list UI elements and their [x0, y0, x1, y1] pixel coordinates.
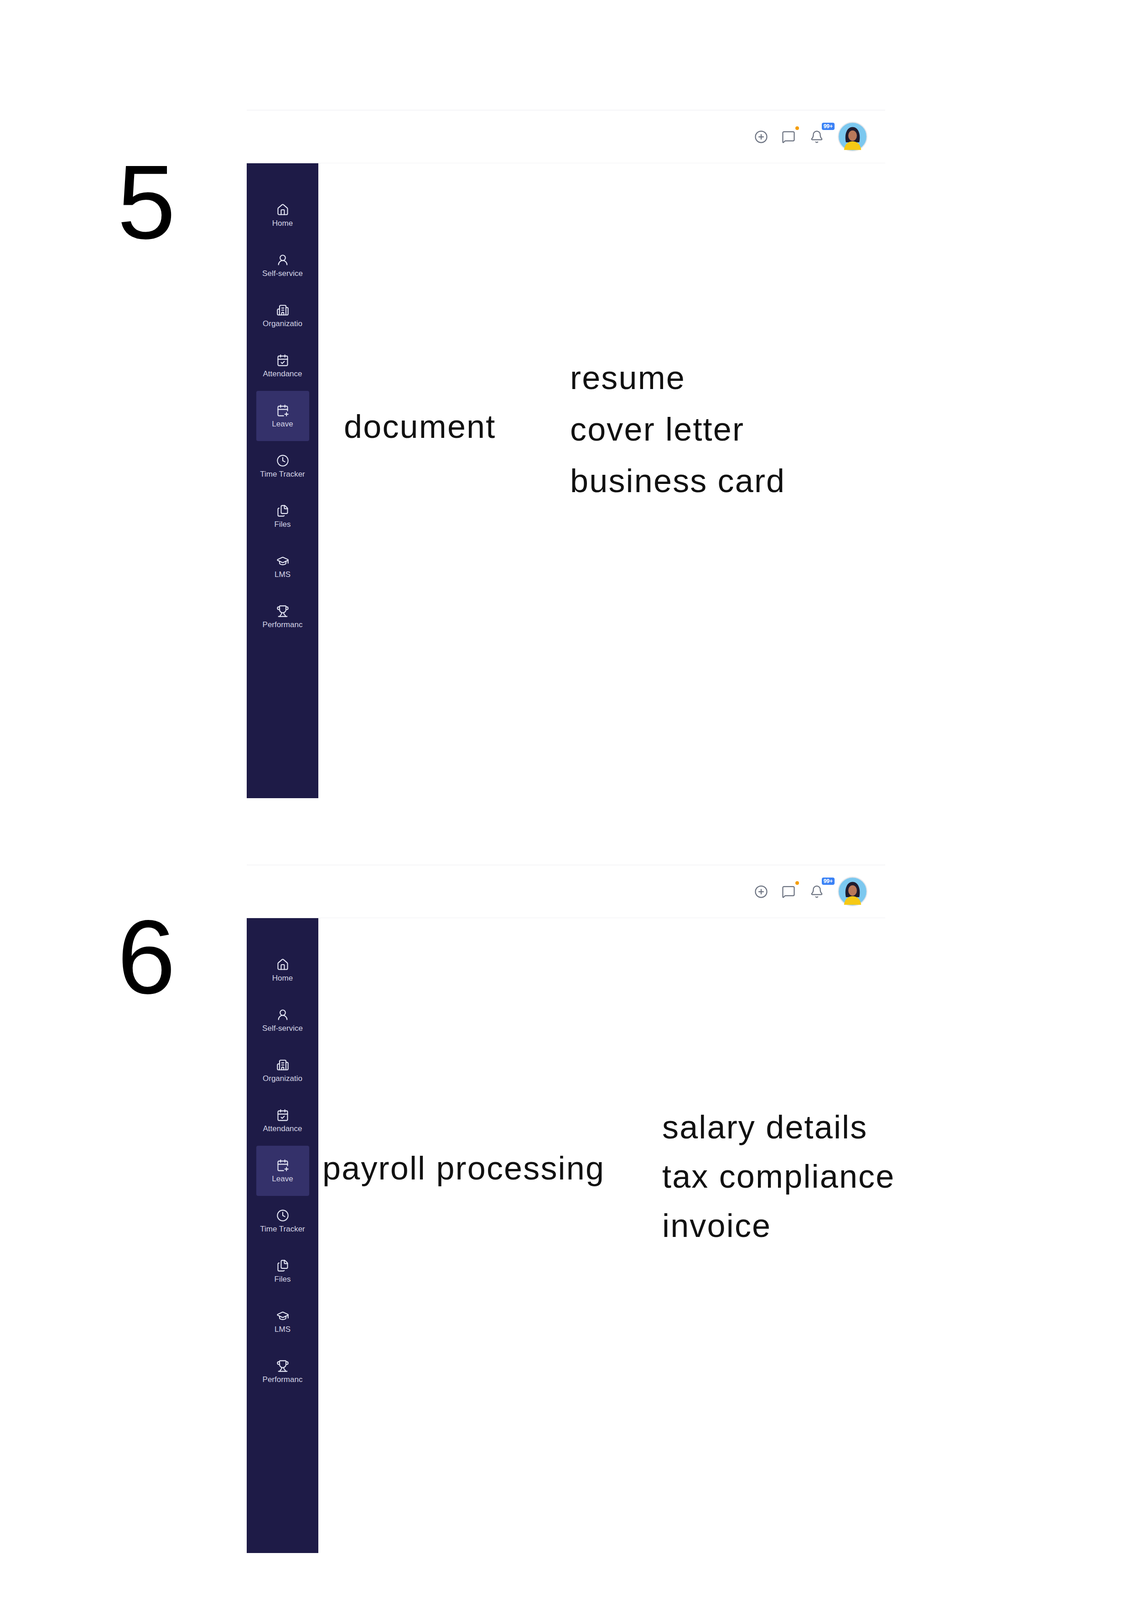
sidebar-item[interactable]: Home [256, 190, 310, 241]
sidebar-item-label: Self-service [257, 1023, 309, 1033]
sidebar-item-icon [276, 1259, 290, 1272]
sidebar-item-label: Leave [257, 419, 309, 429]
avatar-icon[interactable] [837, 876, 868, 907]
help-button[interactable] [780, 129, 797, 145]
sidebar-item[interactable]: Files [256, 491, 310, 542]
sidebar-item-label: Home [257, 973, 309, 983]
sidebar-item-icon [276, 203, 290, 217]
sidebar-item-label: Files [257, 519, 309, 529]
sidebar-item-label: LMS [257, 1324, 309, 1334]
sidebar-item-label: Performanc [257, 1374, 309, 1384]
add-icon[interactable] [754, 884, 768, 899]
app-screenshot: 99+ Home Self-service Organizatio Attendance… [246, 109, 886, 799]
section-number: 5 [117, 150, 247, 255]
notification-button[interactable]: 99+ [809, 883, 825, 900]
related-label: resume [570, 357, 886, 398]
sidebar-item[interactable]: Leave [256, 390, 310, 441]
sidebar-item-label: Files [257, 1274, 309, 1284]
sidebar-item-icon [276, 1158, 290, 1172]
sidebar-item[interactable]: Attendance [256, 340, 310, 391]
main-label: document [343, 406, 571, 447]
sidebar-item-icon [276, 958, 290, 971]
sidebar-item-icon [276, 604, 290, 618]
sidebar-item[interactable]: Performanc [256, 591, 310, 642]
sidebar-item-icon [276, 253, 290, 267]
sidebar-item[interactable]: Time Tracker [256, 440, 310, 492]
related-label: tax compliance [662, 1156, 895, 1196]
app-body: Home Self-service Organizatio Attendance Lea… [246, 918, 886, 1553]
main-area: document resume cover letter business card [318, 163, 886, 799]
section: 6 99+ Home Self-service Organizatio Attendanc… [0, 864, 1131, 1553]
sidebar-item-icon [276, 353, 290, 367]
sidebar-item-icon [276, 454, 290, 467]
sidebar-item-label: Attendance [257, 369, 309, 379]
sidebar-item-label: Attendance [257, 1124, 309, 1133]
sidebar-item[interactable]: LMS [256, 541, 310, 592]
sidebar-item[interactable]: Organizatio [256, 290, 310, 341]
sidebar: Home Self-service Organizatio Attendance Lea… [246, 918, 319, 1553]
section-number-column: 5 [117, 109, 247, 799]
page: 5 99+ Home Self-service Organizatio Attendanc… [0, 0, 1131, 1600]
sidebar-item-label: LMS [257, 570, 309, 579]
sidebar-item[interactable]: Organizatio [256, 1045, 310, 1096]
section: 5 99+ Home Self-service Organizatio Attendanc… [0, 109, 1131, 799]
section-number: 6 [117, 904, 247, 1010]
top-bar: 99+ [246, 110, 886, 164]
sidebar-item[interactable]: Files [256, 1245, 310, 1297]
top-bar: 99+ [246, 865, 886, 919]
sidebar-item-icon [276, 1208, 290, 1222]
sidebar-item-label: Self-service [257, 269, 309, 278]
sidebar-item[interactable]: Time Tracker [256, 1195, 310, 1246]
app-body: Home Self-service Organizatio Attendance Lea… [246, 163, 886, 799]
related-label: salary details [662, 1107, 895, 1147]
sidebar-item-label: Home [257, 218, 309, 228]
sidebar: Home Self-service Organizatio Attendance Lea… [246, 163, 319, 799]
sidebar-item-icon [276, 1108, 290, 1122]
chat-icon [781, 129, 796, 144]
sidebar-item-icon [276, 404, 290, 417]
sidebar-item-label: Organizatio [257, 1073, 309, 1083]
sparkle-dot [795, 126, 799, 130]
sidebar-item-icon [276, 554, 290, 568]
sidebar-item-icon [276, 1309, 290, 1323]
sidebar-item[interactable]: Leave [256, 1145, 310, 1196]
sidebar-item-icon [276, 1058, 290, 1072]
sidebar-item[interactable]: Self-service [256, 995, 310, 1046]
sidebar-item-label: Time Tracker [257, 1224, 309, 1234]
notification-badge: 99+ [821, 122, 835, 130]
main-label-cell: payroll processing [318, 918, 663, 1553]
sidebar-item[interactable]: Attendance [256, 1095, 310, 1146]
sidebar-item[interactable]: Self-service [256, 240, 310, 291]
sidebar-item-label: Performanc [257, 620, 309, 629]
sparkle-dot [795, 881, 799, 885]
help-button[interactable] [780, 883, 797, 900]
notification-badge: 99+ [821, 877, 835, 885]
avatar-icon[interactable] [837, 121, 868, 152]
sidebar-item-icon [276, 1008, 290, 1022]
main-label: payroll processing [322, 1148, 663, 1188]
notification-button[interactable]: 99+ [809, 129, 825, 145]
related-labels: salary details tax compliance invoice [662, 918, 895, 1553]
sidebar-item-icon [276, 1359, 290, 1373]
main-area: payroll processingsalary details tax comp… [318, 918, 895, 1553]
related-label: cover letter [570, 409, 886, 449]
sidebar-item-icon [276, 303, 290, 317]
chat-icon [781, 884, 796, 899]
sidebar-item-label: Time Tracker [257, 469, 309, 479]
add-icon[interactable] [754, 129, 768, 144]
sidebar-item[interactable]: Performanc [256, 1346, 310, 1397]
app-screenshot: 99+ Home Self-service Organizatio Attendance… [246, 864, 886, 1553]
related-label: business card [570, 461, 886, 501]
sidebar-item-label: Leave [257, 1174, 309, 1183]
bell-icon [809, 129, 824, 144]
related-label: invoice [662, 1205, 895, 1246]
related-labels: resume cover letter business card [570, 163, 886, 799]
sidebar-item-label: Organizatio [257, 319, 309, 328]
sidebar-item[interactable]: Home [256, 944, 310, 996]
bell-icon [809, 884, 824, 899]
section-number-column: 6 [117, 864, 247, 1553]
sidebar-item[interactable]: LMS [256, 1296, 310, 1347]
sidebar-item-icon [276, 504, 290, 518]
main-label-cell: document [318, 163, 571, 799]
